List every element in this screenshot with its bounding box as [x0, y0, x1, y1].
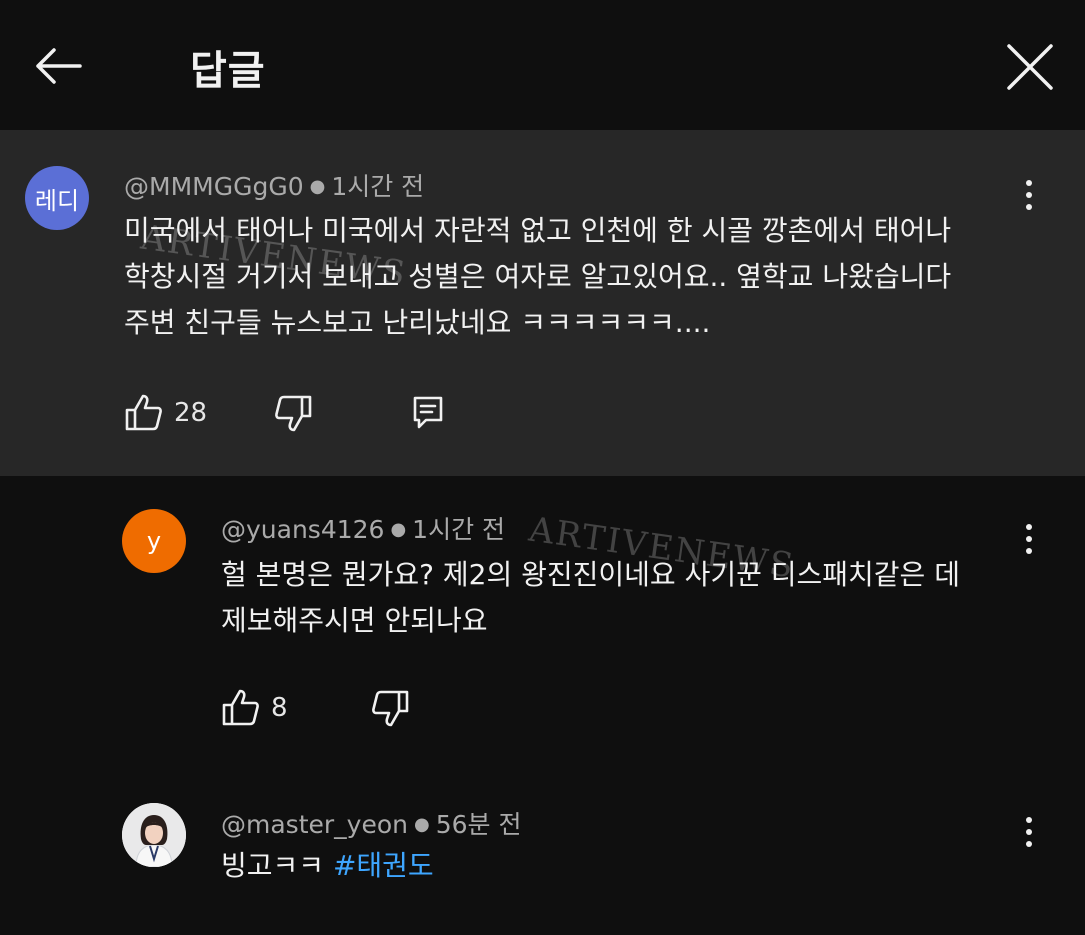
author-name[interactable]: @MMMGGgG0 — [124, 172, 304, 201]
more-options-button[interactable] — [1023, 524, 1035, 562]
parent-comment: 레디 @MMMGGgG0 ● 1시간 전 미국에서 태어나 미국에서 자란적 없고 … — [0, 130, 1085, 476]
author-name[interactable]: @yuans4126 — [221, 515, 384, 544]
comment-text: 빙고ㅋㅋ #태권도 — [221, 843, 434, 889]
like-button[interactable]: 28 — [124, 393, 207, 433]
separator-dot: ● — [390, 519, 407, 540]
avatar[interactable] — [122, 803, 186, 867]
more-options-button[interactable] — [1023, 817, 1035, 855]
thumbs-down-icon — [275, 395, 312, 432]
profile-photo — [122, 803, 186, 867]
comment-time: 1시간 전 — [331, 172, 425, 201]
comment-line: 제보해주시면 안되나요 — [221, 604, 488, 637]
comment-time: 56분 전 — [435, 810, 522, 839]
comment-line: 헐 본명은 뭔가요? 제2의 왕진진이네요 사기꾼 디스패치같은 데 — [221, 558, 960, 591]
separator-dot: ● — [309, 176, 326, 197]
comment-line: 주변 친구들 뉴스보고 난리났네요 ㅋㅋㅋㅋㅋㅋ.... — [124, 306, 711, 339]
back-button[interactable] — [30, 42, 86, 90]
thumbs-up-icon — [125, 394, 162, 431]
arrow-left-icon — [36, 48, 82, 84]
comment-meta: @MMMGGgG0 ● 1시간 전 — [124, 167, 424, 203]
author-name[interactable]: @master_yeon — [221, 810, 408, 839]
close-icon — [1007, 44, 1053, 90]
avatar[interactable]: 레디 — [25, 166, 89, 230]
dislike-button[interactable] — [273, 393, 313, 433]
like-count: 28 — [174, 398, 208, 428]
reply-button[interactable] — [412, 395, 444, 431]
like-count: 8 — [271, 693, 288, 723]
comment-text: 미국에서 태어나 미국에서 자란적 없고 인천에 한 시골 깡촌에서 태어나 학창… — [124, 208, 951, 346]
thumbs-down-icon — [372, 690, 409, 727]
avatar-text: y — [146, 527, 162, 555]
comment-icon — [413, 396, 443, 429]
separator-dot: ● — [413, 814, 430, 835]
comment-time: 1시간 전 — [412, 515, 506, 544]
dislike-button[interactable] — [370, 688, 410, 728]
like-button[interactable]: 8 — [221, 688, 288, 728]
close-button[interactable] — [1003, 40, 1057, 94]
header: 답글 — [0, 0, 1085, 130]
comment-text-plain: 빙고ㅋㅋ — [221, 849, 325, 882]
comment-meta: @yuans4126 ● 1시간 전 — [221, 510, 505, 546]
thumbs-up-icon — [222, 689, 259, 726]
more-options-button[interactable] — [1023, 180, 1035, 218]
comment-text: 헐 본명은 뭔가요? 제2의 왕진진이네요 사기꾼 디스패치같은 데제보해주시면… — [221, 552, 960, 644]
avatar[interactable]: y — [122, 509, 186, 573]
page-title: 답글 — [190, 48, 266, 94]
hashtag-link[interactable]: #태권도 — [333, 849, 434, 882]
comment-meta: @master_yeon ● 56분 전 — [221, 805, 521, 841]
avatar-text: 레디 — [34, 186, 80, 215]
